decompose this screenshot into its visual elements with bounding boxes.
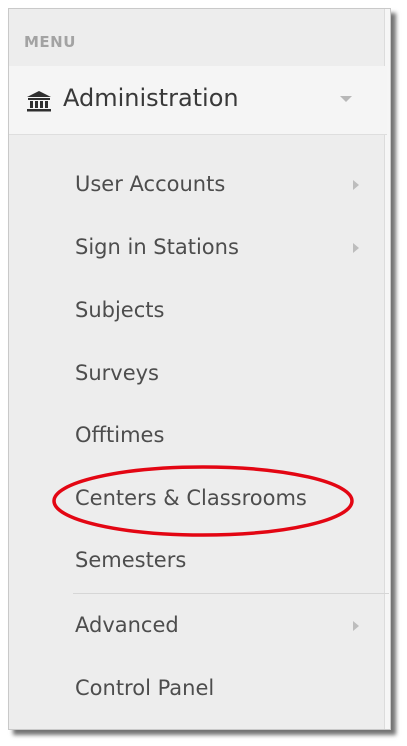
submenu-item-label: User Accounts	[75, 172, 226, 196]
submenu-item-label: Subjects	[75, 298, 165, 322]
chevron-right-icon	[353, 621, 359, 631]
menu-header: MENU	[24, 33, 76, 51]
chevron-right-icon	[353, 180, 359, 190]
chevron-right-icon	[353, 243, 359, 253]
submenu-item-label: Surveys	[75, 361, 159, 385]
submenu-item-label: Centers & Classrooms	[75, 486, 307, 510]
bank-building-icon	[27, 91, 51, 112]
submenu-item-label: Sign in Stations	[75, 235, 239, 259]
submenu-item-label: Advanced	[75, 613, 179, 637]
menu-divider	[73, 593, 389, 594]
submenu-item-semesters[interactable]: Semesters	[75, 540, 375, 584]
submenu-item-advanced[interactable]: Advanced	[75, 605, 375, 649]
submenu-item-centers-classrooms[interactable]: Centers & Classrooms	[75, 478, 375, 522]
submenu-item-surveys[interactable]: Surveys	[75, 353, 375, 397]
submenu-item-sign-in-stations[interactable]: Sign in Stations	[75, 227, 375, 271]
submenu-item-label: Semesters	[75, 548, 187, 572]
sidebar-item-administration[interactable]: Administration	[9, 66, 387, 135]
administration-label: Administration	[63, 84, 239, 112]
submenu-item-user-accounts[interactable]: User Accounts	[75, 164, 375, 208]
sidebar-menu-panel: MENU Administration User Accounts Sign i…	[8, 8, 391, 730]
chevron-down-icon	[340, 96, 352, 102]
submenu-item-subjects[interactable]: Subjects	[75, 290, 375, 334]
submenu-item-offtimes[interactable]: Offtimes	[75, 415, 375, 459]
submenu-item-label: Control Panel	[75, 676, 215, 700]
submenu-item-label: Offtimes	[75, 423, 165, 447]
submenu-item-control-panel[interactable]: Control Panel	[75, 668, 375, 712]
